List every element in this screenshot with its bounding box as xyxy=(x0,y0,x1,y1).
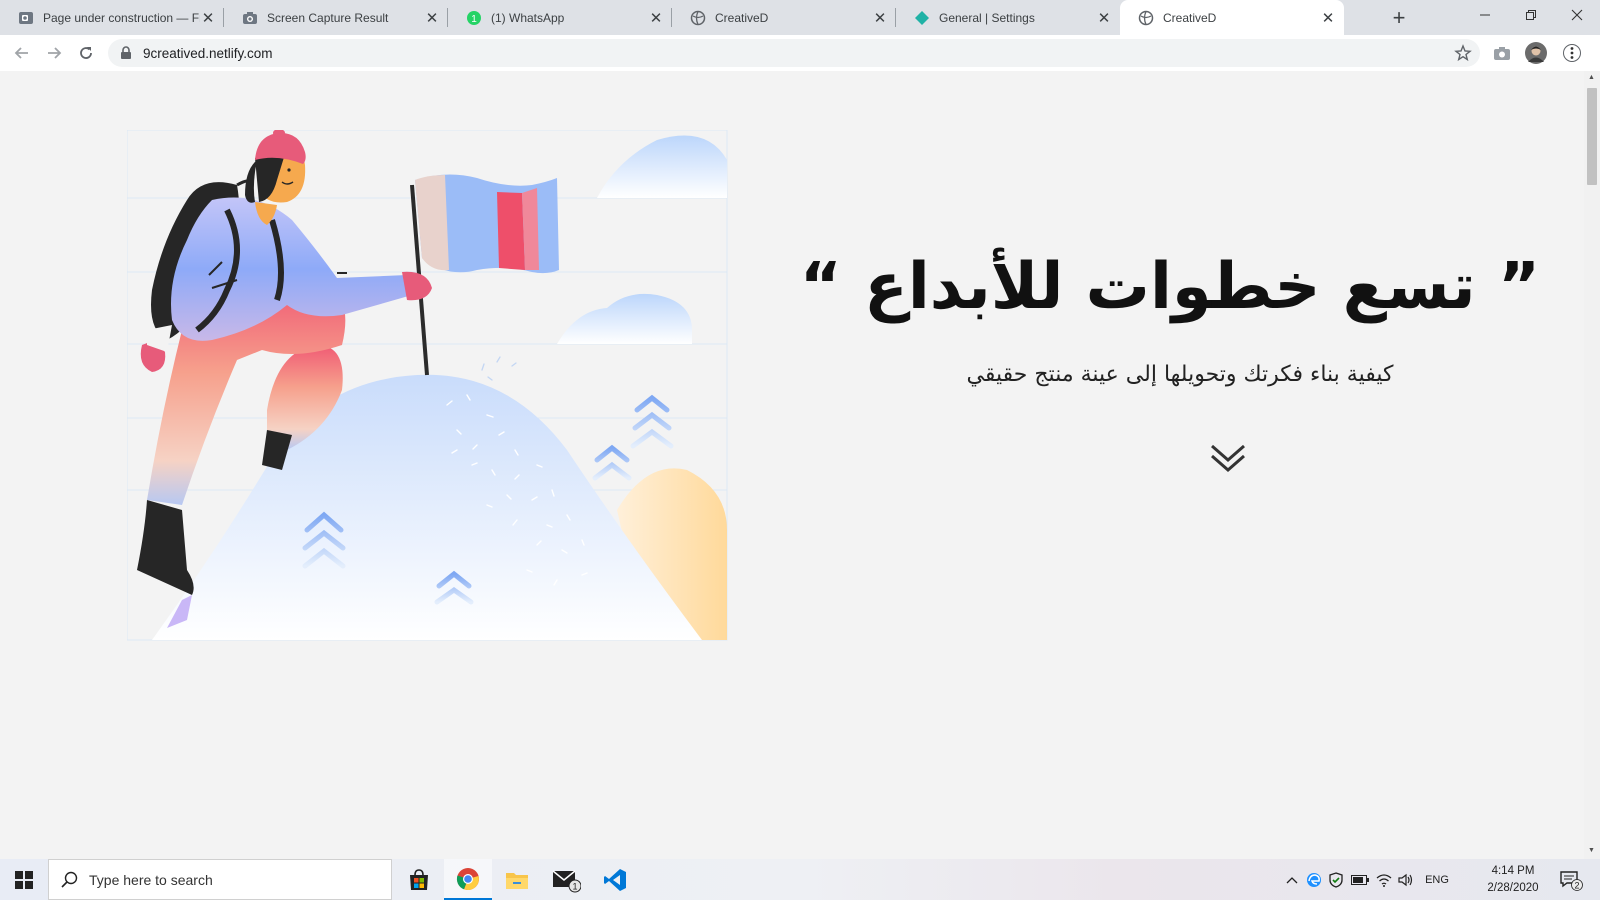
search-icon xyxy=(61,871,79,894)
address-bar[interactable]: 9creatived.netlify.com xyxy=(108,39,1480,67)
clock-date: 2/28/2020 xyxy=(1487,882,1539,894)
windows-security-icon[interactable] xyxy=(1326,859,1346,900)
mail-icon[interactable]: 1 xyxy=(542,859,590,900)
tab-strip: Page under construction — Fre ✕ Screen C… xyxy=(0,0,1600,35)
screen-capture-extension-icon[interactable] xyxy=(1488,39,1516,67)
system-clock[interactable]: 4:14 PM 2/28/2020 xyxy=(1478,863,1548,897)
hero-headline: ” تسع خطوات للأبداع “ xyxy=(799,250,1540,324)
tab-creatived-1[interactable]: CreativeD ✕ xyxy=(672,0,896,35)
close-icon[interactable]: ✕ xyxy=(200,10,216,27)
notification-center-icon[interactable]: 2 xyxy=(1556,859,1586,900)
globe-icon xyxy=(690,10,706,26)
restore-button[interactable] xyxy=(1508,0,1554,30)
close-icon[interactable]: ✕ xyxy=(872,10,888,27)
microsoft-store-icon[interactable] xyxy=(395,859,443,900)
tab-general-settings[interactable]: General | Settings ✕ xyxy=(896,0,1120,35)
clock-time: 4:14 PM xyxy=(1491,865,1535,877)
wifi-icon[interactable] xyxy=(1374,859,1394,900)
chrome-icon[interactable] xyxy=(444,859,492,900)
globe-icon xyxy=(1138,10,1154,26)
mail-badge: 1 xyxy=(572,881,577,891)
taskbar-search-box[interactable]: Type here to search xyxy=(48,859,392,900)
tab-title: Page under construction — Fre xyxy=(43,10,200,25)
arrow-right-icon xyxy=(48,47,62,59)
tab-whatsapp[interactable]: 1 (1) WhatsApp ✕ xyxy=(448,0,672,35)
close-icon[interactable]: ✕ xyxy=(424,10,440,27)
notification-count: 2 xyxy=(1574,880,1579,890)
windows-taskbar: Type here to search 1 ENG 4:14 PM 2/28/2… xyxy=(0,859,1600,900)
windows-logo-icon xyxy=(15,870,33,889)
close-icon[interactable]: ✕ xyxy=(648,10,664,27)
arrow-left-icon xyxy=(14,47,28,59)
netlify-icon xyxy=(914,10,930,26)
volume-icon[interactable] xyxy=(1396,859,1416,900)
battery-icon[interactable] xyxy=(1350,859,1370,900)
language-indicator[interactable]: ENG xyxy=(1422,859,1452,900)
profile-avatar[interactable] xyxy=(1522,39,1550,67)
kebab-menu-icon xyxy=(1563,44,1581,62)
file-explorer-icon[interactable] xyxy=(493,859,541,900)
url-text: 9creatived.netlify.com xyxy=(143,46,273,61)
minimize-button[interactable] xyxy=(1462,0,1508,30)
double-chevron-down-icon xyxy=(1211,444,1245,472)
start-button[interactable] xyxy=(0,859,48,900)
reload-icon xyxy=(80,47,92,59)
whatsapp-icon: 1 xyxy=(466,10,482,26)
edge-icon[interactable] xyxy=(1304,859,1324,900)
show-hidden-icons-chevron-icon[interactable] xyxy=(1282,859,1302,900)
reload-button[interactable] xyxy=(72,39,100,67)
vscode-icon[interactable] xyxy=(591,859,639,900)
bookmark-star-icon[interactable] xyxy=(1454,44,1472,67)
tab-title: General | Settings xyxy=(939,10,1035,25)
camera-icon xyxy=(242,10,258,26)
lock-icon xyxy=(120,46,132,65)
search-placeholder: Type here to search xyxy=(89,872,213,888)
close-icon[interactable]: ✕ xyxy=(1096,10,1112,27)
hero-illustration xyxy=(127,130,728,643)
close-window-button[interactable] xyxy=(1554,0,1600,30)
forward-button[interactable] xyxy=(40,39,68,67)
outlook-icon xyxy=(18,10,34,26)
svg-text:1: 1 xyxy=(471,14,477,25)
browser-toolbar: 9creatived.netlify.com xyxy=(0,35,1600,72)
tab-title: (1) WhatsApp xyxy=(491,10,565,25)
scrollbar-thumb[interactable] xyxy=(1587,88,1597,185)
new-tab-button[interactable]: + xyxy=(1386,5,1412,31)
scroll-down-button[interactable] xyxy=(1208,438,1248,478)
tab-title: Screen Capture Result xyxy=(267,10,389,25)
tab-title: CreativeD xyxy=(715,10,769,25)
tab-screen-capture[interactable]: Screen Capture Result ✕ xyxy=(224,0,448,35)
close-icon[interactable]: ✕ xyxy=(1320,10,1336,27)
tab-page-under-construction[interactable]: Page under construction — Fre ✕ xyxy=(0,0,224,35)
scroll-up-arrow-icon[interactable]: ▲ xyxy=(1588,74,1595,81)
browser-menu-button[interactable] xyxy=(1558,39,1586,67)
back-button[interactable] xyxy=(8,39,36,67)
tab-title: CreativeD xyxy=(1163,10,1217,25)
page-scrollbar[interactable]: ▲ ▼ xyxy=(1584,71,1600,859)
hero-subheadline: كيفية بناء فكرتك وتحويلها إلى عينة منتج … xyxy=(966,362,1394,387)
scroll-down-arrow-icon[interactable]: ▼ xyxy=(1588,847,1595,854)
tab-creatived-active[interactable]: CreativeD ✕ xyxy=(1120,0,1344,35)
